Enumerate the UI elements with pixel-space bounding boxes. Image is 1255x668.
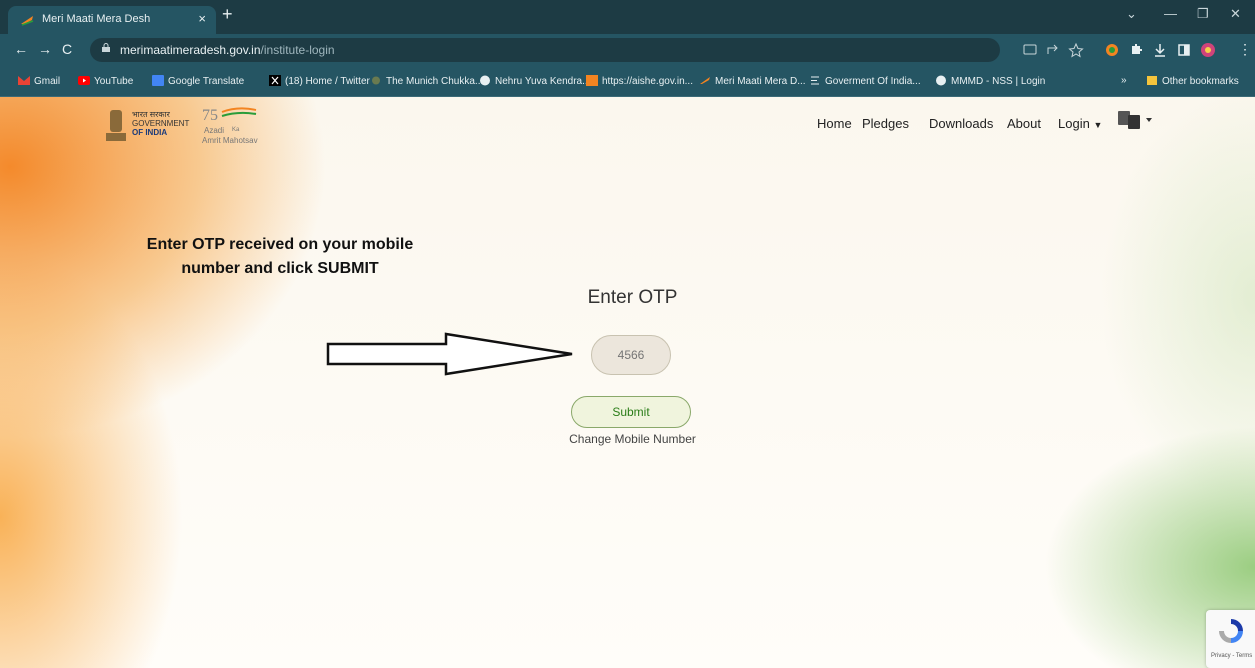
site-favicon-icon xyxy=(21,16,34,26)
site-logo[interactable]: भारत सरकार GOVERNMENT OF INDIA 75 Azadi … xyxy=(104,106,264,150)
x-twitter-icon xyxy=(269,75,281,86)
translate-icon xyxy=(152,75,164,86)
arrow-right-icon xyxy=(326,332,573,376)
youtube-icon xyxy=(78,76,90,85)
recaptcha-label[interactable]: Privacy - Terms xyxy=(1211,653,1252,659)
reload-icon[interactable]: C xyxy=(62,41,72,57)
extensions-puzzle-icon[interactable] xyxy=(1128,42,1144,58)
bookmark-youtube[interactable]: YouTube xyxy=(78,75,133,87)
instruction-text: Enter OTP received on your mobile number… xyxy=(146,236,414,277)
minimize-icon[interactable]: — xyxy=(1164,6,1177,21)
nav-downloads[interactable]: Downloads xyxy=(929,116,993,131)
nav-pledges[interactable]: Pledges xyxy=(862,116,909,131)
svg-text:75: 75 xyxy=(202,107,218,122)
folder-icon xyxy=(1147,76,1157,85)
share-icon[interactable] xyxy=(1045,42,1061,58)
bookmark-government-india[interactable]: Goverment Of India... xyxy=(809,75,921,87)
menu-icon[interactable]: ⋮ xyxy=(1238,41,1252,58)
globe-icon xyxy=(480,75,490,86)
forward-icon[interactable]: → xyxy=(38,41,52,57)
bookmark-twitter[interactable]: (18) Home / Twitter xyxy=(269,75,370,87)
caret-down-icon: ▼ xyxy=(1093,120,1103,130)
bookmark-aishe[interactable]: https://aishe.gov.in... xyxy=(586,75,693,87)
browser-toolbar: ← → C merimaatimeradesh.gov.in/institute… xyxy=(0,34,1255,66)
globe-icon xyxy=(936,75,946,86)
otp-input[interactable] xyxy=(591,335,671,375)
page-content: भारत सरकार GOVERNMENT OF INDIA 75 Azadi … xyxy=(0,97,1255,668)
address-bar[interactable]: merimaatimeradesh.gov.in/institute-login xyxy=(90,38,1000,62)
azadi-ka-amrit-mahotsav-logo: 75 Azadi Ka Amrit Mahotsav xyxy=(202,107,258,145)
recaptcha-badge[interactable]: Privacy - Terms xyxy=(1206,610,1255,668)
bookmark-gmail[interactable]: Gmail xyxy=(18,75,60,87)
bookmark-munich-chukka[interactable]: The Munich Chukka... xyxy=(370,75,483,87)
back-icon[interactable]: ← xyxy=(14,41,28,57)
language-selector-icon[interactable] xyxy=(1118,109,1154,131)
bookmark-mmmd-nss[interactable]: MMMD - NSS | Login xyxy=(935,75,1045,87)
lock-icon xyxy=(102,43,110,52)
seventy-five-logo-icon: 75 xyxy=(202,107,257,122)
recaptcha-icon xyxy=(1219,619,1243,643)
browser-tab-bar: Meri Maati Mera Desh × + ⌄ — ❐ ✕ xyxy=(0,0,1255,34)
other-bookmarks[interactable]: Other bookmarks xyxy=(1146,75,1239,87)
change-mobile-link[interactable]: Change Mobile Number xyxy=(560,432,705,446)
window-close-icon[interactable]: ✕ xyxy=(1230,6,1241,22)
browser-tab[interactable]: Meri Maati Mera Desh × xyxy=(8,6,216,34)
url-text: merimaatimeradesh.gov.in/institute-login xyxy=(120,43,335,57)
bookmark-google-translate[interactable]: Google Translate xyxy=(152,75,244,87)
otp-title: Enter OTP xyxy=(587,287,678,308)
site-favicon-icon xyxy=(700,77,710,84)
new-tab-button[interactable]: + xyxy=(222,4,233,25)
submit-button[interactable]: Submit xyxy=(571,396,691,428)
bookmark-meri-maati[interactable]: Meri Maati Mera D... xyxy=(699,75,806,87)
download-icon[interactable] xyxy=(1152,42,1168,58)
government-of-india-text: भारत सरकार GOVERNMENT OF INDIA xyxy=(132,110,190,137)
url-path: /institute-login xyxy=(260,43,335,57)
tab-close-icon[interactable]: × xyxy=(198,11,206,26)
install-app-icon[interactable] xyxy=(1022,42,1038,58)
gmail-icon xyxy=(18,76,30,85)
bookmarks-overflow-button[interactable]: » xyxy=(1121,75,1127,86)
extension-icon[interactable] xyxy=(1104,42,1120,58)
nav-login[interactable]: Login ▼ xyxy=(1058,116,1102,131)
national-emblem-icon xyxy=(106,110,126,141)
restore-icon[interactable]: ❐ xyxy=(1197,6,1209,22)
nav-home[interactable]: Home xyxy=(817,116,852,131)
bookmark-nehru-yuva[interactable]: Nehru Yuva Kendra... xyxy=(479,75,590,87)
url-domain: merimaatimeradesh.gov.in xyxy=(120,43,261,57)
bookmarks-bar: Gmail YouTube Google Translate (18) Home… xyxy=(0,66,1255,97)
side-panel-icon[interactable] xyxy=(1176,42,1192,58)
aishe-icon xyxy=(586,75,598,86)
bookmark-star-icon[interactable] xyxy=(1068,42,1084,58)
nav-about[interactable]: About xyxy=(1007,116,1041,131)
site-icon xyxy=(372,76,380,85)
tab-title: Meri Maati Mera Desh xyxy=(42,13,151,25)
tab-search-icon[interactable]: ⌄ xyxy=(1126,6,1137,22)
gov-icon xyxy=(811,76,819,85)
profile-avatar-icon[interactable] xyxy=(1200,42,1216,58)
